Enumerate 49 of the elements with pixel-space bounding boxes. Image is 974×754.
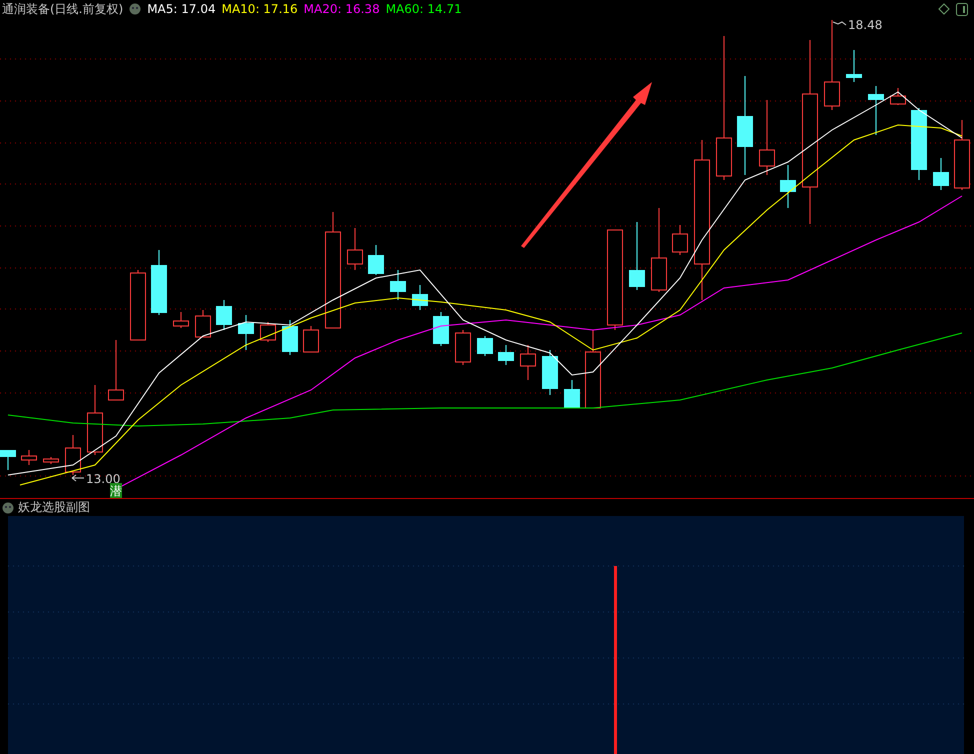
candlestick: [520, 344, 536, 380]
high-price-label: 18.48: [848, 18, 882, 32]
panel-icon[interactable]: [956, 2, 968, 16]
candlestick: [347, 228, 363, 270]
candlestick: [498, 344, 514, 366]
candlestick: [933, 158, 949, 190]
low-price-label: 13.00: [86, 472, 120, 486]
candlestick: [477, 336, 493, 356]
candlestick: [954, 120, 970, 190]
signal-marker: 潜: [110, 483, 122, 498]
candlestick: [282, 320, 298, 356]
subchart-title: 妖龙选股副图: [18, 499, 90, 516]
candlestick: [433, 312, 449, 346]
ma-legend-value: MA60: 14.71: [386, 2, 462, 16]
candlestick: [130, 270, 146, 340]
candlestick: [390, 270, 406, 300]
candlestick: [108, 340, 124, 400]
candlestick: [629, 222, 645, 290]
candlestick: [21, 450, 37, 466]
indicator-icon[interactable]: [129, 3, 142, 15]
leader-line: [832, 21, 846, 26]
candlestick: [43, 456, 59, 464]
candlestick: [868, 86, 884, 136]
ma-legend-value: MA20: 16.38: [304, 2, 380, 16]
candlestick: [542, 350, 558, 396]
candlestick: [151, 250, 167, 316]
candlestick: [368, 244, 384, 276]
candlestick: [87, 384, 103, 456]
candlestick: [412, 284, 428, 310]
candlestick: [216, 300, 232, 330]
candlestick: [238, 314, 254, 350]
candlestick: [260, 322, 276, 342]
indicator-icon[interactable]: [2, 502, 14, 514]
candlestick: [672, 224, 688, 256]
diamond-icon[interactable]: [938, 3, 950, 15]
candlestick: [303, 326, 319, 352]
candlestick: [455, 330, 471, 366]
candlestick: [65, 434, 81, 476]
candlestick: [195, 310, 211, 338]
candlestick: [564, 380, 580, 408]
candlestick: [780, 164, 796, 208]
stock-title: 通润装备(日线.前复权): [2, 0, 124, 18]
candlestick: [0, 450, 16, 470]
leader-line: [72, 474, 84, 482]
candlestick: [890, 88, 906, 106]
candlestick: [846, 50, 862, 82]
candlestick: [173, 312, 189, 328]
ma-legend-value: MA5: 17.04: [147, 2, 216, 16]
ma-legend-value: MA10: 17.16: [222, 2, 298, 16]
